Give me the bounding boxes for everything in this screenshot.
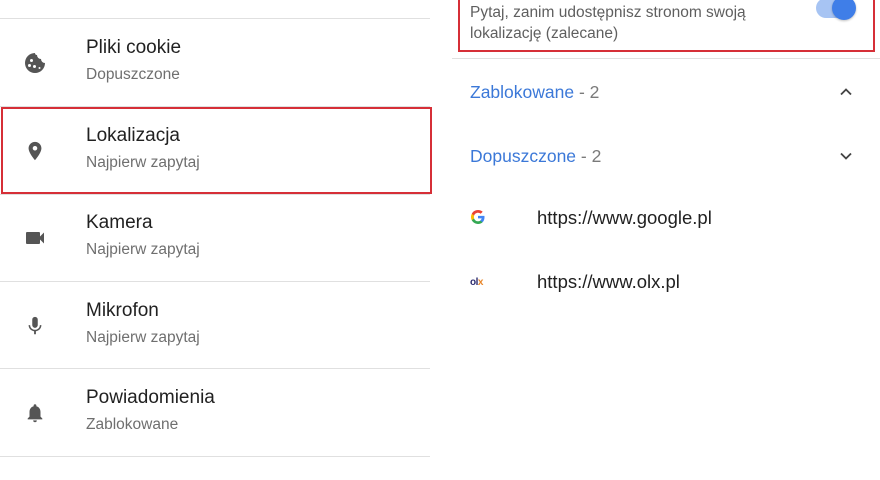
- permission-status: Dopuszczone: [86, 66, 180, 83]
- allowed-count: - 2: [580, 146, 602, 166]
- ask-before-sharing-label: Pytaj, zanim udostępnisz stronom swoją l…: [470, 4, 746, 42]
- permission-title: Mikrofon: [86, 300, 159, 321]
- blocked-count: - 2: [578, 82, 600, 102]
- site-row-google[interactable]: https://www.google.pl: [470, 204, 870, 234]
- permissions-list: Pliki cookie Dopuszczone Lokalizacja Naj…: [0, 0, 432, 480]
- olx-favicon-icon: olx: [470, 277, 483, 288]
- blocked-section-header[interactable]: Zablokowane - 2: [470, 82, 599, 103]
- site-url: https://www.olx.pl: [537, 271, 680, 292]
- cookie-icon: [22, 50, 48, 76]
- permission-item-cookies[interactable]: Pliki cookie Dopuszczone: [0, 19, 430, 106]
- camera-icon: [22, 225, 48, 251]
- permission-status: Zablokowane: [86, 416, 179, 433]
- permission-item-notifications[interactable]: Powiadomienia Zablokowane: [0, 369, 430, 456]
- allowed-section-header[interactable]: Dopuszczone - 2: [470, 146, 601, 167]
- permission-title: Powiadomienia: [86, 387, 215, 408]
- blocked-label: Zablokowane: [470, 82, 575, 102]
- chevron-up-icon[interactable]: [836, 82, 856, 102]
- allowed-label: Dopuszczone: [470, 146, 577, 166]
- microphone-icon: [22, 313, 48, 339]
- permission-item-microphone[interactable]: Mikrofon Najpierw zapytaj: [0, 282, 430, 369]
- permission-title: Pliki cookie: [86, 37, 182, 58]
- permission-status: Najpierw zapytaj: [86, 241, 200, 258]
- permission-title: Kamera: [86, 212, 153, 233]
- highlight-frame: [1, 107, 432, 194]
- site-url: https://www.google.pl: [537, 207, 712, 228]
- site-row-olx[interactable]: olx https://www.olx.pl: [470, 268, 870, 298]
- permission-status: Najpierw zapytaj: [86, 329, 200, 346]
- bell-icon: [22, 400, 48, 426]
- divider: [0, 456, 430, 457]
- chevron-down-icon[interactable]: [836, 146, 856, 166]
- permission-item-camera[interactable]: Kamera Najpierw zapytaj: [0, 194, 430, 281]
- google-favicon-icon: [470, 209, 490, 225]
- divider: [452, 58, 880, 59]
